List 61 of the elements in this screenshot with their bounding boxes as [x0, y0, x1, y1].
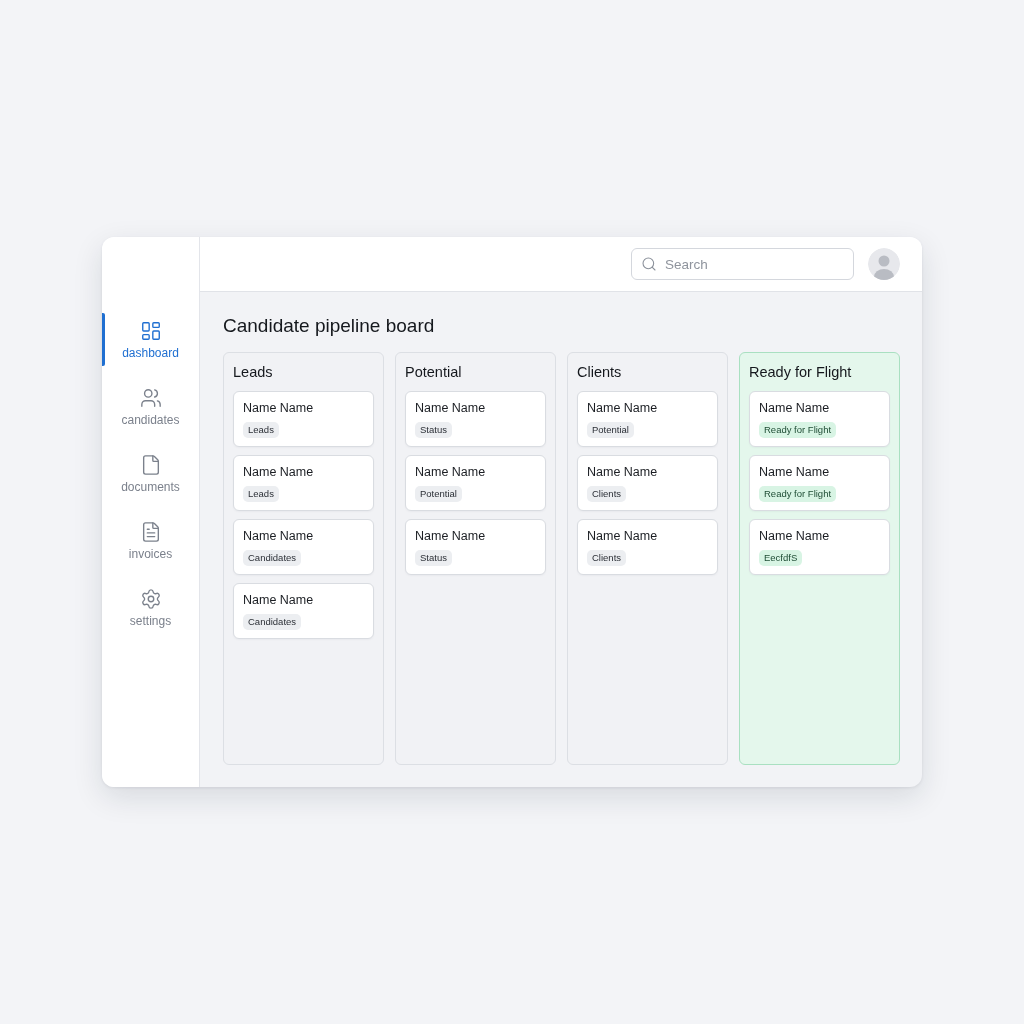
candidate-name: Name Name: [415, 401, 486, 416]
candidate-name: Name Name: [587, 401, 658, 416]
candidate-name: Name Name: [415, 529, 486, 544]
search-icon: [641, 256, 657, 272]
candidate-card[interactable]: Name Name Leads: [233, 455, 374, 511]
candidate-name: Name Name: [759, 529, 830, 544]
status-tag: Potential: [415, 486, 462, 502]
sidebar-item[interactable]: candidates: [102, 380, 199, 433]
candidate-name: Name Name: [243, 401, 314, 416]
candidate-card[interactable]: Name Name Leads: [233, 391, 374, 447]
status-tag: Potential: [587, 422, 634, 438]
board-title: Candidate pipeline board: [223, 314, 436, 338]
sidebar-label: candidates: [121, 412, 180, 427]
status-tag: Clients: [587, 550, 627, 566]
candidate-card[interactable]: Name Name Ready for Flight: [749, 391, 890, 447]
candidate-card[interactable]: Name Name EecfdfS: [749, 519, 890, 575]
dashboard-icon: [139, 319, 162, 342]
status-tag: Leads: [243, 486, 279, 502]
candidate-card[interactable]: Name Name Candidates: [233, 519, 374, 575]
column-title: Ready for Flight: [749, 363, 853, 381]
status-tag: Status: [415, 550, 452, 566]
status-tag: Ready for Flight: [759, 486, 837, 502]
column-title: Potential: [405, 363, 463, 381]
status-tag: Candidates: [243, 550, 302, 566]
status-tag: Status: [415, 422, 452, 438]
avatar-icon[interactable]: [868, 248, 900, 280]
candidate-name: Name Name: [759, 465, 830, 480]
sidebar-label: documents: [121, 479, 180, 494]
sidebar-label: invoices: [128, 546, 173, 561]
status-tag: Ready for Flight: [759, 422, 837, 438]
status-tag: Leads: [243, 422, 279, 438]
candidate-card[interactable]: Name Name Clients: [577, 519, 718, 575]
column-title: Clients: [577, 363, 623, 381]
column-title: Leads: [233, 363, 274, 381]
candidate-name: Name Name: [587, 465, 658, 480]
candidate-name: Name Name: [243, 529, 314, 544]
candidate-name: Name Name: [415, 465, 486, 480]
candidate-card[interactable]: Name Name Clients: [577, 455, 718, 511]
sidebar-item[interactable]: invoices: [102, 514, 199, 567]
sidebar-item[interactable]: dashboard: [102, 313, 199, 366]
sidebar-label: dashboard: [122, 345, 179, 360]
sidebar-item[interactable]: settings: [102, 581, 199, 634]
candidate-card[interactable]: Name Name Status: [405, 391, 546, 447]
people-icon: [139, 386, 162, 409]
candidate-name: Name Name: [243, 465, 314, 480]
candidate-card[interactable]: Name Name Ready for Flight: [749, 455, 890, 511]
candidate-name: Name Name: [587, 529, 658, 544]
candidate-name: Name Name: [243, 593, 314, 608]
candidate-name: Name Name: [759, 401, 830, 416]
settings-icon: [139, 587, 162, 610]
status-tag: Clients: [587, 486, 627, 502]
sidebar-item[interactable]: documents: [102, 447, 199, 500]
candidate-card[interactable]: Name Name Candidates: [233, 583, 374, 639]
candidate-card[interactable]: Name Name Potential: [577, 391, 718, 447]
search-field[interactable]: Search: [631, 248, 854, 280]
candidate-card[interactable]: Name Name Potential: [405, 455, 546, 511]
sidebar-label: settings: [129, 613, 172, 628]
status-tag: Candidates: [243, 614, 302, 630]
status-tag: EecfdfS: [759, 550, 803, 566]
active-indicator: [102, 313, 105, 366]
candidate-card[interactable]: Name Name Status: [405, 519, 546, 575]
